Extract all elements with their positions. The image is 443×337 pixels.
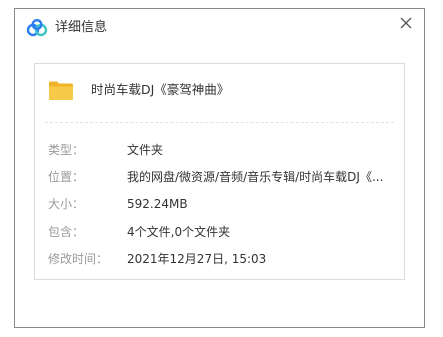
- contains-value: 4个文件,0个文件夹: [127, 225, 231, 239]
- baidu-netdisk-logo-icon: [26, 18, 48, 37]
- info-row-type: 类型： 文件夹: [48, 141, 393, 159]
- type-value: 文件夹: [127, 143, 164, 157]
- folder-name: 时尚车载DJ《豪驾神曲》: [91, 82, 230, 97]
- location-label: 位置：: [48, 170, 85, 184]
- contains-label: 包含：: [48, 225, 85, 239]
- close-icon[interactable]: [396, 13, 416, 33]
- dialog-title: 详细信息: [55, 20, 108, 35]
- divider: [45, 122, 394, 123]
- folder-icon: [48, 80, 74, 101]
- size-value: 592.24MB: [127, 197, 188, 211]
- modified-label: 修改时间：: [48, 252, 109, 266]
- info-row-modified: 修改时间： 2021年12月27日, 15:03: [48, 250, 393, 268]
- info-row-size: 大小： 592.24MB: [48, 195, 393, 213]
- info-row-contains: 包含： 4个文件,0个文件夹: [48, 223, 393, 241]
- details-dialog: 详细信息 时尚车载DJ《豪驾神曲》 类型： 文件夹 位置： 我的网盘/微资源/音…: [14, 8, 425, 328]
- location-value[interactable]: 我的网盘/微资源/音频/音乐专辑/时尚车载DJ《...: [127, 168, 393, 186]
- size-label: 大小：: [48, 197, 85, 211]
- details-card: 时尚车载DJ《豪驾神曲》 类型： 文件夹 位置： 我的网盘/微资源/音频/音乐专…: [34, 63, 405, 280]
- info-row-location: 位置： 我的网盘/微资源/音频/音乐专辑/时尚车载DJ《...: [48, 168, 393, 186]
- type-label: 类型：: [48, 143, 85, 157]
- title-bar: 详细信息: [15, 9, 424, 47]
- modified-value: 2021年12月27日, 15:03: [127, 252, 267, 266]
